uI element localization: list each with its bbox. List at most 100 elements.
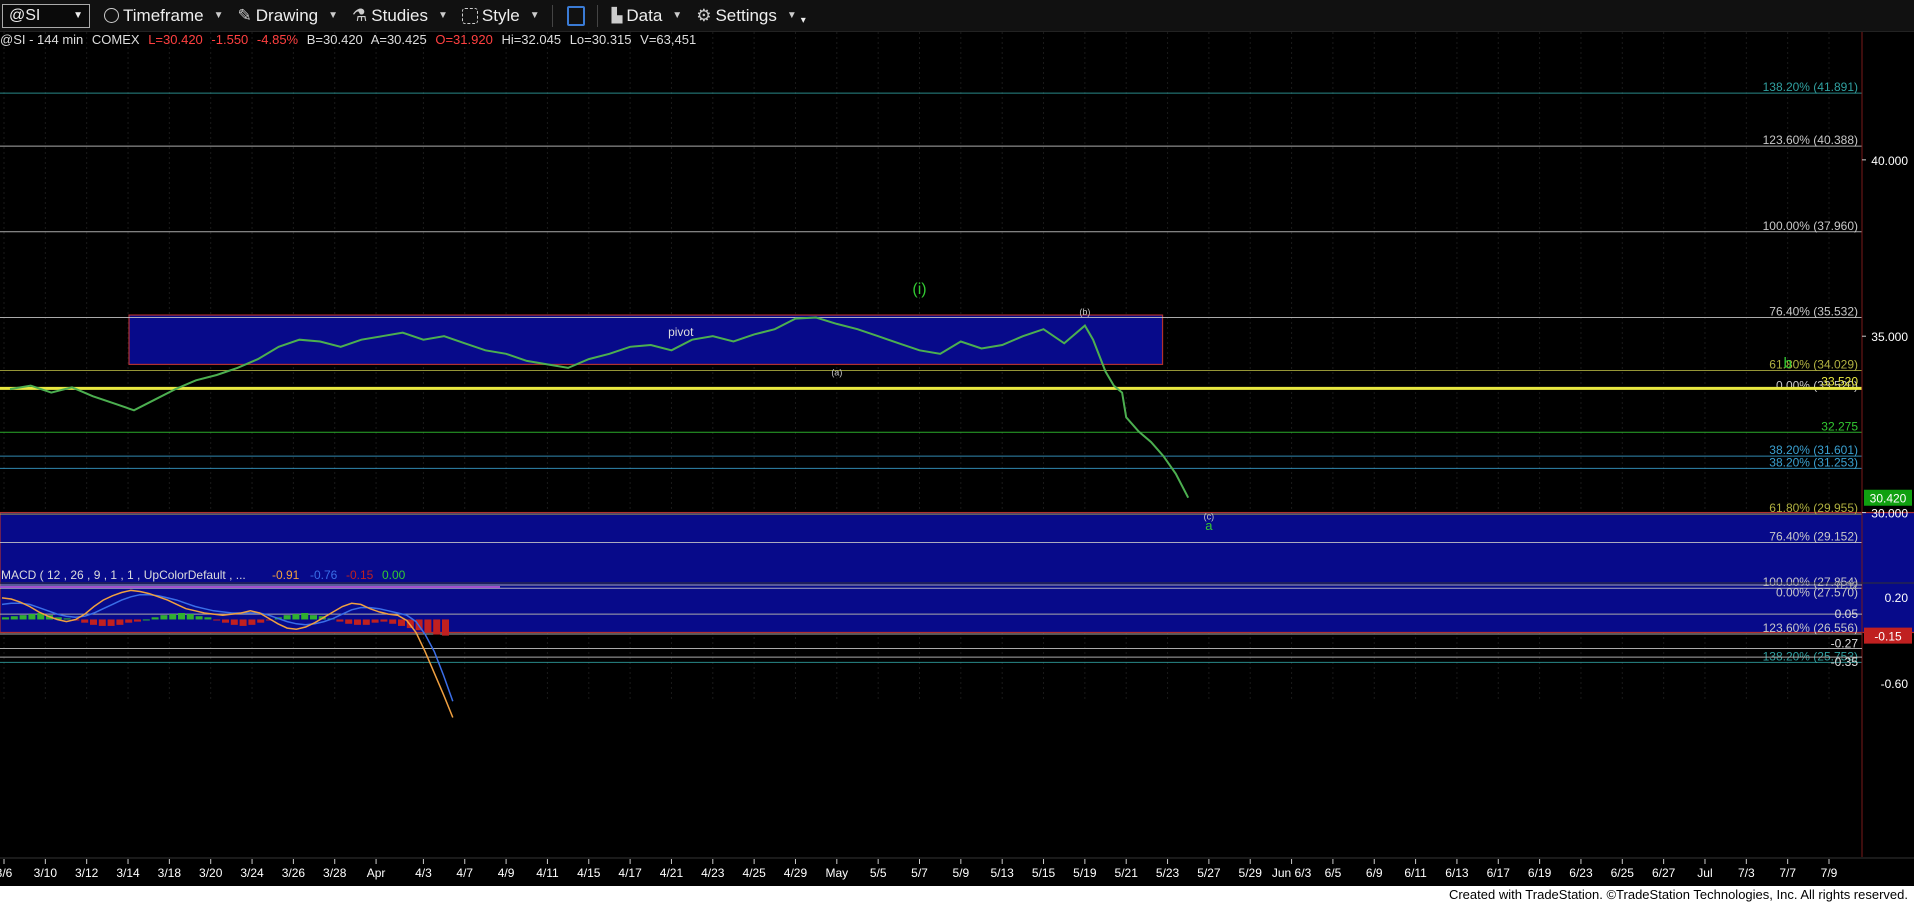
date-tick-label: 3/28 bbox=[323, 866, 347, 880]
overflow-icon[interactable]: ▾ bbox=[801, 15, 806, 26]
macd-hist-bar bbox=[90, 619, 97, 625]
macd-axis-label: 0.20 bbox=[1885, 591, 1909, 605]
data-menu[interactable]: ▙ Data ▼ bbox=[612, 6, 683, 26]
date-tick-label: 3/12 bbox=[75, 866, 99, 880]
macd-hist-bar bbox=[310, 615, 317, 620]
symbol-value: @SI bbox=[9, 6, 41, 24]
macd-hist-bar bbox=[292, 614, 300, 620]
macd-hist-bar bbox=[433, 619, 441, 635]
macd-label: MACD ( 12 , 26 , 9 , 1 , 1 , UpColorDefa… bbox=[1, 568, 246, 582]
macd-hist-bar bbox=[10, 616, 18, 620]
macd-hist-bar bbox=[222, 619, 229, 623]
macd-level-label: 0.05 bbox=[1835, 607, 1859, 621]
date-tick-label: 3/14 bbox=[116, 866, 140, 880]
zone-label: pivot bbox=[668, 325, 694, 339]
macd-value: -0.76 bbox=[310, 568, 338, 582]
date-tick-label: 5/13 bbox=[991, 866, 1015, 880]
studies-label: Studies bbox=[371, 5, 428, 25]
date-tick-label: Jun 6/3 bbox=[1272, 866, 1312, 880]
ask-price: A=30.425 bbox=[370, 32, 427, 47]
macd-hist-bar bbox=[134, 619, 141, 622]
macd-hist-badge-label: -0.15 bbox=[1874, 630, 1902, 644]
date-tick-label: Jul bbox=[1697, 866, 1712, 880]
gear-icon: ⚙ bbox=[696, 5, 712, 25]
macd-hist-bar bbox=[345, 619, 353, 624]
net-change: -1.550 bbox=[211, 32, 249, 47]
fib-label: 76.40% (29.152) bbox=[1769, 529, 1858, 543]
macd-hist-bar bbox=[2, 617, 9, 620]
date-tick-label: 5/7 bbox=[911, 866, 928, 880]
date-tick-label: 4/29 bbox=[784, 866, 808, 880]
fib-label: 76.40% (35.532) bbox=[1769, 304, 1858, 318]
macd-axis-label: -0.60 bbox=[1881, 677, 1909, 691]
macd-hist-bar bbox=[28, 614, 36, 620]
date-tick-label: 5/9 bbox=[952, 866, 969, 880]
wave-label: b bbox=[1783, 355, 1791, 372]
macd-hist-bar bbox=[81, 619, 89, 623]
macd-hist-bar bbox=[178, 613, 185, 620]
macd-hist-bar bbox=[125, 619, 133, 623]
style-menu[interactable]: Style ▼ bbox=[461, 5, 540, 26]
date-tick-label: 3/6 bbox=[0, 866, 13, 880]
settings-menu[interactable]: ⚙ Settings ▼ ▾ bbox=[696, 5, 806, 27]
bar-chart-icon: ▙ bbox=[611, 7, 623, 23]
studies-menu[interactable]: ⚗ Studies ▼ bbox=[352, 6, 448, 26]
date-tick-label: 5/15 bbox=[1032, 866, 1056, 880]
drawing-menu[interactable]: ✎ Drawing ▼ bbox=[238, 6, 339, 26]
macd-level-label: -0.35 bbox=[1831, 655, 1859, 669]
fib-label: 61.80% (29.955) bbox=[1769, 501, 1858, 515]
macd-hist-bar bbox=[169, 614, 177, 620]
macd-hist-bar bbox=[116, 619, 124, 625]
chevron-down-icon: ▼ bbox=[672, 10, 683, 21]
macd-hist-bar bbox=[107, 619, 115, 626]
chevron-down-icon: ▼ bbox=[328, 10, 339, 21]
date-tick-label: 3/26 bbox=[282, 866, 306, 880]
macd-hist-bar bbox=[239, 619, 247, 626]
macd-hist-bar bbox=[19, 615, 27, 620]
timeframe-label: Timeframe bbox=[123, 5, 204, 25]
macd-level-label: -0.27 bbox=[1831, 637, 1859, 651]
macd-hist-bar bbox=[362, 619, 370, 625]
date-tick-label: 6/23 bbox=[1569, 866, 1593, 880]
flask-icon: ⚗ bbox=[352, 5, 368, 25]
date-tick-label: 5/19 bbox=[1073, 866, 1097, 880]
date-tick-label: 4/23 bbox=[701, 866, 725, 880]
axis-tick-label: 35.000 bbox=[1871, 330, 1908, 344]
macd-hist-bar bbox=[142, 619, 150, 621]
open-price: O=31.920 bbox=[435, 32, 493, 47]
low-price: Lo=30.315 bbox=[569, 32, 632, 47]
date-tick-label: 4/7 bbox=[456, 866, 473, 880]
footer-credit: Created with TradeStation. ©TradeStation… bbox=[0, 886, 1914, 904]
date-tick-label: 3/24 bbox=[240, 866, 264, 880]
chart-area[interactable]: pivot 138.20% (41.891) 123.60% (40.388) 10… bbox=[0, 32, 1914, 886]
fib-label: 32.275 bbox=[1821, 419, 1858, 433]
date-tick-label: 4/3 bbox=[415, 866, 432, 880]
macd-hist-bar bbox=[336, 619, 344, 622]
layout-button[interactable] bbox=[566, 5, 585, 26]
date-tick-label: 5/21 bbox=[1115, 866, 1139, 880]
date-tick-label: 6/11 bbox=[1404, 866, 1427, 880]
bid-price: B=30.420 bbox=[306, 32, 363, 47]
chevron-down-icon: ▼ bbox=[213, 10, 224, 21]
timeframe-menu[interactable]: Timeframe ▼ bbox=[104, 6, 224, 26]
style-label: Style bbox=[481, 5, 520, 25]
date-axis: 3/6 3/10 3/12 3/14 3/18 3/20 3/24 3/26 3/28 Apr 4/… bbox=[0, 857, 1914, 886]
settings-label: Settings bbox=[715, 5, 777, 25]
macd-hist-bar bbox=[354, 619, 361, 625]
macd-hist-bar bbox=[204, 617, 212, 620]
zone-pivot bbox=[128, 314, 1164, 366]
macd-hist-bar bbox=[151, 617, 159, 620]
macd-value: -0.91 bbox=[272, 568, 300, 582]
macd-hist-bar bbox=[195, 616, 203, 620]
macd-hist-bar bbox=[398, 619, 405, 626]
symbol-input[interactable]: @SI ▼ bbox=[2, 3, 90, 28]
high-price: Hi=32.045 bbox=[501, 32, 562, 47]
macd-hist-bar bbox=[257, 619, 265, 623]
toolbar-divider bbox=[551, 4, 553, 27]
volume: V=63,451 bbox=[640, 32, 697, 47]
macd-hist-bar bbox=[283, 615, 291, 620]
fib-label: 100.00% (37.960) bbox=[1763, 219, 1858, 233]
date-tick-label: 7/3 bbox=[1738, 866, 1755, 880]
date-tick-label: 7/9 bbox=[1821, 866, 1838, 880]
date-tick-label: 3/20 bbox=[199, 866, 223, 880]
